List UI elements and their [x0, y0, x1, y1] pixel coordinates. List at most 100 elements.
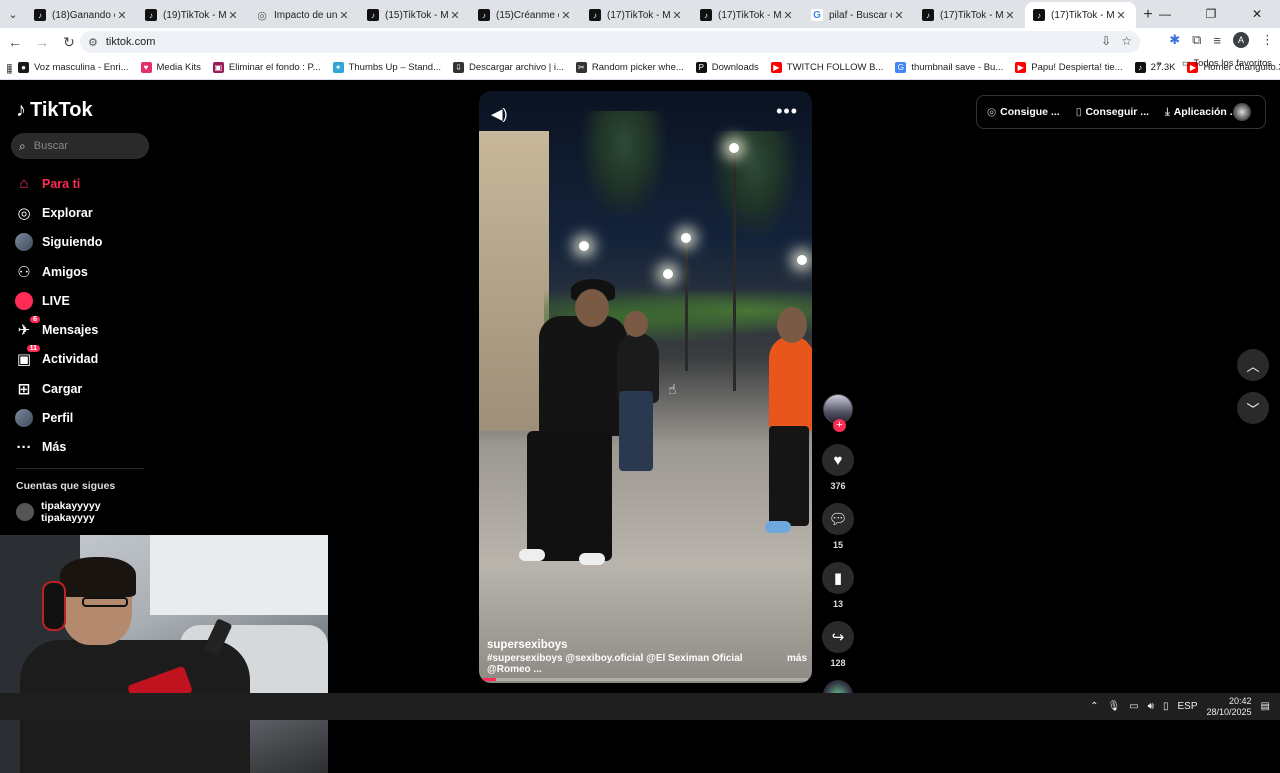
bookmark-item[interactable]: ▶ Papu! Despierta! tie...	[1009, 58, 1128, 78]
forward-button[interactable]: →	[30, 30, 54, 54]
next-video-button[interactable]: ﹀	[1237, 392, 1269, 424]
nav-item[interactable]: LIVE	[14, 286, 102, 315]
bookmark-label: Descargar archivo | i...	[469, 62, 564, 73]
volume-icon[interactable]: ◀)	[491, 105, 508, 123]
bookmark-item[interactable]: ♥ Media Kits	[135, 58, 207, 78]
bookmark-star-icon[interactable]: ☆	[1121, 34, 1132, 48]
follow-plus-icon[interactable]: +	[833, 419, 846, 432]
browser-tab[interactable]: ♪ (18)Ganando en C✕	[26, 2, 137, 28]
close-tab-icon[interactable]: ✕	[670, 9, 684, 22]
search-input[interactable]: ⌕ Buscar	[11, 133, 149, 159]
description-text[interactable]: #supersexiboys @sexiboy.oficial @El Sexi…	[487, 653, 787, 675]
tiktok-note-icon: ♪	[16, 99, 26, 121]
get-app-button[interactable]: ▯ Conseguir ...	[1076, 106, 1149, 118]
browser-tab[interactable]: ◎ Impacto de una c✕	[248, 2, 359, 28]
copilot-icon[interactable]: ✱	[1169, 32, 1180, 48]
browser-tab[interactable]: ♪ (17)TikTok - Make✕	[914, 2, 1025, 28]
bookmark-item[interactable]: ✂ Random picker whe...	[570, 58, 690, 78]
minimize-button[interactable]: —	[1142, 0, 1188, 28]
more-link[interactable]: más	[787, 653, 807, 675]
nav-item[interactable]: Siguiendo	[14, 228, 102, 257]
comment-button[interactable]: 💬︎	[822, 503, 854, 535]
tab-title: (17)TikTok - Make	[1051, 9, 1114, 21]
browser-tab[interactable]: ♪ (19)TikTok - Make✕	[137, 2, 248, 28]
language-indicator[interactable]: ESP	[1177, 701, 1197, 712]
creator-avatar[interactable]: +	[823, 394, 853, 432]
battery-icon[interactable]: ▯	[1163, 701, 1169, 712]
video-author[interactable]: supersexiboys	[487, 639, 568, 651]
previous-video-button[interactable]: ︿	[1237, 349, 1269, 381]
restore-button[interactable]: ❐	[1188, 0, 1234, 28]
following-avatar-icon	[14, 232, 34, 252]
extensions-icon[interactable]: ⧉	[1192, 32, 1201, 48]
bookmark-item[interactable]: ● Voz masculina - Enri...	[12, 58, 135, 78]
browser-menu-icon[interactable]: ⋮	[1261, 32, 1274, 48]
back-button[interactable]: ←	[3, 30, 27, 54]
share-icon: ↪	[831, 629, 845, 646]
reload-button[interactable]: ↻	[57, 30, 81, 54]
clock-date: 28/10/2025	[1206, 706, 1252, 717]
close-tab-icon[interactable]: ✕	[226, 9, 240, 22]
following-account[interactable]: tipakayyyyy tipakayyyy	[16, 500, 101, 524]
nav-item[interactable]: ⊞ Cargar	[14, 374, 102, 403]
url-input[interactable]: ⚙ tiktok.com ⇩ ☆	[80, 31, 1140, 53]
browser-tab[interactable]: ♪ (17)TikTok - Make✕	[692, 2, 803, 28]
share-button[interactable]: ↪	[822, 621, 854, 653]
close-tab-icon[interactable]: ✕	[337, 9, 351, 22]
profile-icon[interactable]: A	[1233, 32, 1249, 48]
bookmark-item[interactable]: ⇩ Descargar archivo | i...	[447, 58, 570, 78]
nav-item[interactable]: ··· Más	[14, 433, 102, 462]
close-window-button[interactable]: ✕	[1234, 0, 1280, 28]
tiktok-logo[interactable]: ♪ TikTok	[16, 99, 93, 122]
close-tab-icon[interactable]: ✕	[115, 9, 129, 22]
nav-item[interactable]: Perfil	[14, 403, 102, 432]
more-bookmarks-icon[interactable]: »	[1157, 58, 1162, 69]
bookmark-item[interactable]: P Downloads	[690, 58, 765, 78]
get-coins-button[interactable]: ◎ Consigue ...	[987, 106, 1060, 118]
nav-item[interactable]: ◎ Explorar	[14, 198, 102, 227]
bookmark-item[interactable]: ▶ TWITCH FOLLOW B...	[765, 58, 890, 78]
save-button[interactable]: ▮	[822, 562, 854, 594]
like-button[interactable]: ♥	[822, 444, 854, 476]
tab-search-button[interactable]: ⌄	[0, 0, 26, 28]
close-tab-icon[interactable]: ✕	[448, 9, 462, 22]
browser-tab[interactable]: ♪ (15)TikTok - Make✕	[359, 2, 470, 28]
volume-tray-icon[interactable]: 🔊︎	[1148, 701, 1154, 712]
nav-item[interactable]: ▣ 11 Actividad	[14, 345, 102, 374]
close-tab-icon[interactable]: ✕	[892, 9, 906, 22]
nav-item[interactable]: ⌂ Para ti	[14, 169, 102, 198]
video-player[interactable]: ◀) ••• supersexiboys #supersexiboys @sex…	[479, 91, 812, 683]
all-bookmarks-button[interactable]: ▭ Todos los favoritos	[1182, 58, 1272, 69]
apps-icon[interactable]: ▦	[0, 58, 12, 78]
bookmark-label: Papu! Despierta! tie...	[1031, 62, 1123, 73]
network-icon[interactable]: ▭	[1129, 701, 1138, 712]
nav-item[interactable]: ✈ 6 Mensajes	[14, 315, 102, 344]
nav-label: Siguiendo	[42, 235, 103, 250]
user-avatar[interactable]	[1233, 103, 1251, 121]
browser-tab[interactable]: ♪ (15)Créanme ese✕	[470, 2, 581, 28]
clock[interactable]: 20:42 28/10/2025	[1207, 696, 1252, 718]
browser-tab[interactable]: ♪ (17)TikTok - Make✕	[1025, 2, 1136, 28]
browser-tab[interactable]: ♪ (17)TikTok - Make✕	[581, 2, 692, 28]
site-info-icon[interactable]: ⚙	[88, 36, 98, 49]
close-tab-icon[interactable]: ✕	[1003, 9, 1017, 22]
browser-tab[interactable]: Gpilaf - Buscar con✕	[803, 2, 914, 28]
download-app-button[interactable]: ⤓ Aplicación ...	[1165, 106, 1238, 119]
tray-overflow-icon[interactable]: ⌃	[1090, 701, 1098, 712]
nav-item[interactable]: ⚇ Amigos	[14, 257, 102, 286]
notifications-icon[interactable]: ▤	[1261, 701, 1270, 712]
install-app-icon[interactable]: ⇩	[1101, 34, 1111, 48]
bookmark-item[interactable]: ✶ Thumbs Up – Stand...	[327, 58, 447, 78]
more-options-icon[interactable]: •••	[776, 101, 798, 122]
bookmark-label: Media Kits	[156, 62, 201, 73]
bookmark-item[interactable]: Gthumbnail save - Bu...	[889, 58, 1009, 78]
close-tab-icon[interactable]: ✕	[559, 9, 573, 22]
system-tray: ⌃ 🎙︎ ▭ 🔊︎ ▯ ESP 20:42 28/10/2025 ▤	[1090, 693, 1280, 720]
following-account-avatar	[16, 503, 34, 521]
close-tab-icon[interactable]: ✕	[1114, 9, 1128, 22]
close-tab-icon[interactable]: ✕	[781, 9, 795, 22]
bookmark-item[interactable]: ▣ Eliminar el fondo : P...	[207, 58, 327, 78]
media-control-icon[interactable]: ≡	[1213, 33, 1221, 48]
microphone-icon[interactable]: 🎙︎	[1108, 701, 1121, 712]
video-progress-bar[interactable]	[483, 678, 808, 681]
